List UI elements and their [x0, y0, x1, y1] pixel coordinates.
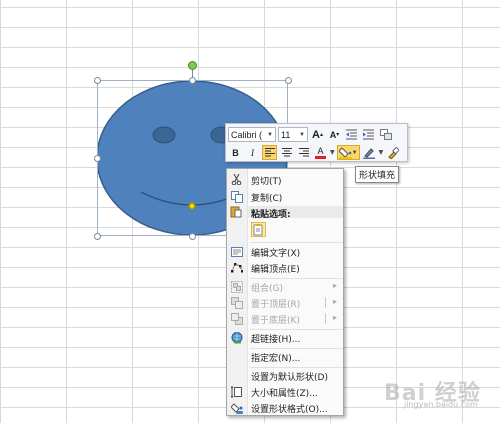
paste-options-label: 粘贴选项: — [251, 210, 291, 220]
edit-points-icon — [230, 261, 243, 274]
menu-item-label: 超链接(H)... — [251, 335, 301, 345]
merge-cells-button[interactable] — [378, 127, 393, 142]
menu-item-label: 复制(C) — [251, 194, 283, 204]
chevron-down-icon: ▼ — [351, 149, 358, 156]
menu-item-cut[interactable]: 剪切(T) — [227, 172, 343, 187]
group-icon — [230, 280, 243, 293]
size-properties-icon — [230, 385, 243, 398]
menu-item-label: 大小和属性(Z)... — [251, 389, 318, 399]
menu-item-size-properties[interactable]: 大小和属性(Z)... — [227, 384, 343, 399]
menu-item-set-default-shape[interactable]: 设置为默认形状(D) — [227, 368, 343, 383]
menu-item-hyperlink[interactable]: 超链接(H)... — [227, 330, 343, 345]
menu-item-group[interactable]: 组合(G) ▸ — [227, 279, 343, 294]
edit-text-icon — [230, 245, 243, 258]
copy-icon — [230, 190, 243, 203]
increase-indent-icon — [363, 129, 374, 140]
submenu-arrow-icon: ▸ — [332, 313, 337, 322]
split-divider — [325, 297, 326, 308]
chevron-down-icon[interactable]: ▼ — [379, 149, 384, 156]
menu-item-send-to-back[interactable]: 置于底层(K) ▸ — [227, 311, 343, 326]
menu-item-label: 指定宏(N)... — [251, 354, 301, 364]
italic-icon: I — [251, 147, 254, 158]
grow-font-icon: A — [312, 128, 320, 141]
align-left-icon — [264, 148, 275, 157]
menu-item-label: 置于底层(K) — [251, 316, 300, 326]
menu-item-label: 剪切(T) — [251, 177, 282, 187]
paste-clipboard-icon — [253, 223, 263, 235]
shrink-font-button[interactable]: A ▾ — [327, 127, 342, 142]
menu-item-label: 置于顶层(R) — [251, 300, 301, 310]
pen-outline-icon — [363, 147, 376, 159]
grow-font-button[interactable]: A ▴ — [310, 127, 325, 142]
paste-icon — [230, 206, 243, 219]
italic-button[interactable]: I — [245, 145, 260, 160]
menu-item-copy[interactable]: 复制(C) — [227, 189, 343, 204]
resize-handle-bottom-left[interactable] — [94, 233, 101, 240]
resize-handle-top-right[interactable] — [285, 77, 292, 84]
align-center-button[interactable] — [279, 145, 294, 160]
resize-handle-left[interactable] — [94, 155, 101, 162]
format-painter-button[interactable] — [385, 145, 400, 160]
decrease-indent-icon — [346, 129, 357, 140]
menu-item-edit-text[interactable]: 编辑文字(X) — [227, 244, 343, 259]
shape-fill-button[interactable]: ▼ — [336, 145, 360, 160]
menu-separator — [250, 242, 343, 243]
menu-item-label: 设置为默认形状(D) — [251, 373, 328, 383]
scissors-icon — [230, 173, 243, 186]
submenu-arrow-icon: ▸ — [332, 297, 337, 306]
bring-to-front-icon — [230, 296, 243, 309]
merge-icon — [379, 129, 392, 140]
split-divider — [325, 313, 326, 324]
menu-item-label: 设置形状格式(O)... — [251, 405, 328, 415]
resize-handle-top[interactable] — [189, 77, 196, 84]
align-center-icon — [281, 148, 292, 157]
menu-item-label: 组合(G) — [251, 284, 283, 294]
menu-item-bring-to-front[interactable]: 置于顶层(R) ▸ — [227, 295, 343, 310]
format-painter-icon — [388, 146, 399, 159]
align-left-button[interactable] — [262, 145, 277, 160]
bold-button[interactable]: B — [228, 145, 243, 160]
font-size-value: 11 — [281, 129, 291, 140]
submenu-arrow-icon: ▸ — [332, 281, 337, 290]
menu-item-format-shape[interactable]: 设置形状格式(O)... — [227, 400, 343, 415]
chevron-down-icon: ▼ — [299, 131, 305, 138]
mini-toolbar: Calibri ( ▼ 11 ▼ A ▴ A ▾ B I A ▼ ▼ ▼ — [225, 123, 408, 162]
rotation-handle[interactable] — [188, 61, 197, 70]
send-to-back-icon — [230, 312, 243, 325]
resize-handle-bottom[interactable] — [189, 233, 196, 240]
hyperlink-globe-icon — [230, 331, 243, 344]
font-size-combo[interactable]: 11 ▼ — [278, 127, 308, 142]
menu-item-assign-macro[interactable]: 指定宏(N)... — [227, 349, 343, 364]
font-color-icon: A — [317, 145, 324, 156]
menu-item-edit-points[interactable]: 编辑顶点(E) — [227, 260, 343, 275]
align-right-icon — [298, 148, 309, 157]
shape-fill-tooltip: 形状填充 — [355, 166, 400, 183]
menu-item-label: 编辑顶点(E) — [251, 265, 300, 275]
shape-outline-button[interactable] — [362, 145, 377, 160]
increase-indent-button[interactable] — [361, 127, 376, 142]
format-shape-icon — [230, 401, 243, 414]
paste-option-button[interactable] — [251, 222, 266, 237]
font-name-combo[interactable]: Calibri ( ▼ — [228, 127, 276, 142]
chevron-down-icon: ▼ — [267, 131, 273, 138]
align-right-button[interactable] — [296, 145, 311, 160]
baidu-watermark-url: jingyan.baidu.com — [404, 400, 478, 409]
mini-toolbar-row-2: B I A ▼ ▼ ▼ — [228, 144, 400, 161]
resize-handle-top-left[interactable] — [94, 77, 101, 84]
bold-icon: B — [232, 147, 239, 158]
menu-item-label: 编辑文字(X) — [251, 249, 301, 259]
decrease-indent-button[interactable] — [344, 127, 359, 142]
fill-bucket-icon — [338, 147, 352, 159]
mini-toolbar-row-1: Calibri ( ▼ 11 ▼ A ▴ A ▾ — [228, 126, 393, 143]
chevron-down-icon[interactable]: ▼ — [330, 149, 335, 156]
font-color-button[interactable]: A — [313, 145, 328, 160]
font-name-value: Calibri ( — [231, 129, 263, 140]
context-menu: 剪切(T) 复制(C) 粘贴选项: 编辑文字(X) 编辑顶点(E) 组合(G) … — [226, 168, 344, 416]
